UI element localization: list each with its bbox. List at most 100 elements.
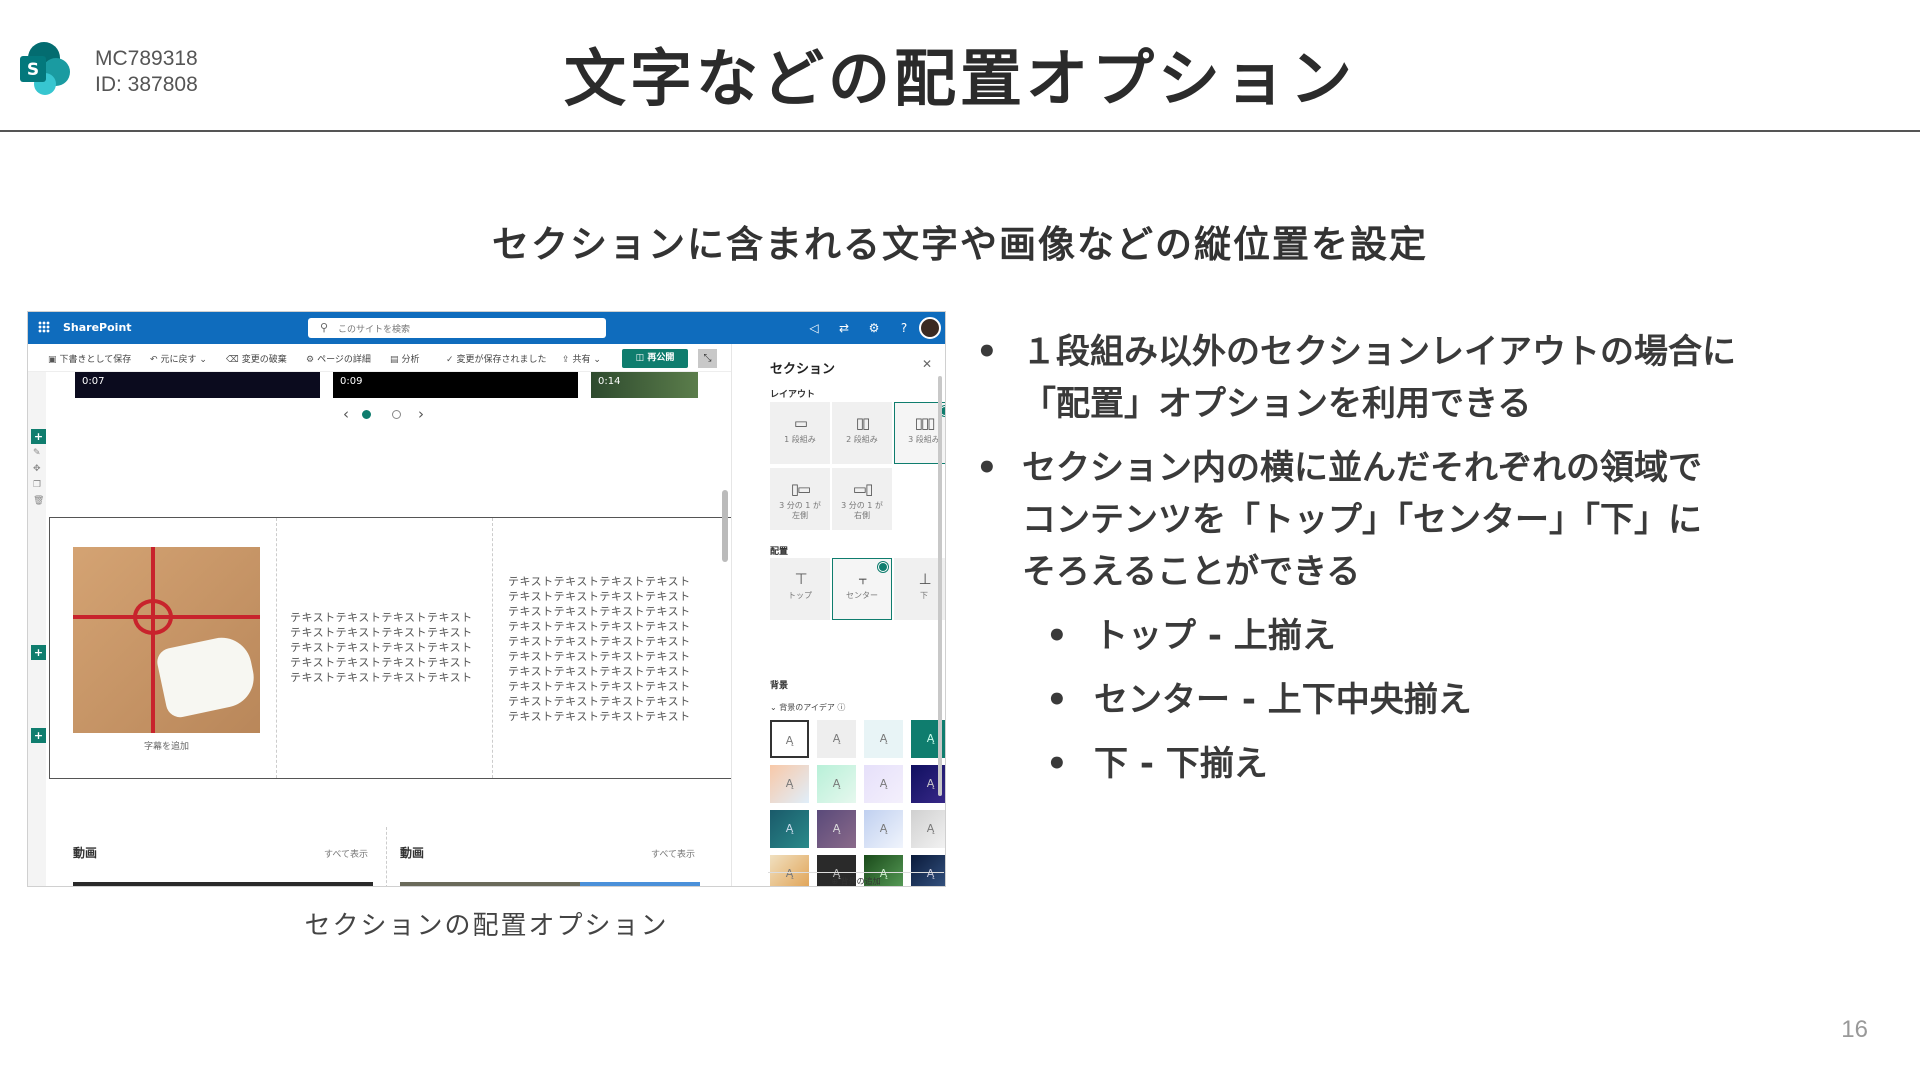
alignment-label: トップ	[788, 591, 812, 600]
analytics-button[interactable]: ▤ 分析	[390, 352, 420, 365]
chart-icon: ▤	[390, 355, 399, 365]
title-divider	[0, 130, 1920, 132]
background-swatch[interactable]: Ą	[864, 810, 903, 848]
background-swatch[interactable]: Ą	[864, 720, 903, 758]
move-icon[interactable]: ✥	[33, 464, 41, 474]
video-tile[interactable]: 0:07	[75, 372, 320, 398]
republish-button[interactable]: ◫ 再公開	[622, 349, 688, 368]
carousel-next-icon[interactable]: ›	[418, 405, 424, 423]
republish-icon: ◫	[635, 353, 648, 363]
share-button[interactable]: ⇪ 共有 ⌄	[562, 352, 601, 365]
delete-trash-icon[interactable]: 🗑	[33, 496, 44, 506]
one-column-icon: ▭	[793, 414, 808, 432]
video-thumbnail[interactable]	[400, 882, 700, 886]
one-third-left-icon: ▯▭	[790, 480, 811, 498]
sp-app-name[interactable]: SharePoint	[63, 321, 132, 334]
background-swatch[interactable]: Ą	[817, 810, 856, 848]
page-details-button[interactable]: ⚙ ページの詳細	[306, 352, 371, 365]
megaphone-icon[interactable]: ◁	[799, 321, 829, 335]
close-icon[interactable]: ✕	[922, 357, 932, 371]
gift-image[interactable]	[73, 547, 260, 733]
edit-pencil-icon[interactable]: ✎	[33, 448, 41, 458]
suite-bar-icons: ◁ ⇄ ⚙ ?	[799, 312, 945, 344]
video-tile[interactable]: 0:09	[333, 372, 578, 398]
sharepoint-screenshot: SharePoint ⚲ このサイトを検索 ◁ ⇄ ⚙ ? ▣ 下書きとして保存 …	[27, 311, 946, 887]
save-draft-button[interactable]: ▣ 下書きとして保存	[48, 352, 131, 365]
canvas-scrollbar[interactable]	[722, 382, 728, 882]
layout-heading: レイアウト	[770, 390, 816, 400]
analytics-label: 分析	[401, 355, 420, 365]
background-swatch[interactable]: Ą	[770, 810, 809, 848]
app-launcher-icon[interactable]	[38, 321, 50, 333]
selected-indicator	[879, 563, 887, 571]
add-background-label: 背景の追加	[840, 877, 881, 886]
background-swatch[interactable]: Ą	[770, 720, 809, 758]
column-2-text[interactable]: テキストテキストテキストテキスト テキストテキストテキストテキスト テキストテキ…	[290, 610, 473, 685]
alignment-option-top[interactable]: ⊤ トップ	[770, 558, 830, 620]
see-all-link[interactable]: すべて表示	[324, 847, 368, 860]
sp-command-bar: ▣ 下書きとして保存 ↶ 元に戻す ⌄ ⌫ 変更の破棄 ⚙ ページの詳細 ▤ 分析 ✓ 変更…	[28, 344, 731, 372]
duplicate-icon[interactable]: ❐	[33, 480, 41, 490]
background-swatch[interactable]: Ą	[864, 765, 903, 803]
collapse-panel-icon[interactable]: ⤡	[698, 349, 717, 368]
add-section-plus-icon[interactable]: +	[31, 429, 46, 444]
help-icon[interactable]: ?	[889, 321, 919, 335]
sub-bullet-item: センター - 上下中央揃え	[970, 674, 1890, 726]
carousel-dot[interactable]	[392, 410, 401, 419]
sp-search-box[interactable]: ⚲ このサイトを検索	[308, 318, 606, 338]
background-swatch[interactable]: Ą	[911, 810, 945, 848]
background-ideas-toggle[interactable]: ⌄ 背景のアイデア ⓘ	[770, 702, 845, 713]
carousel-prev-icon[interactable]: ‹	[343, 405, 349, 423]
saved-status-label: 変更が保存されました	[456, 355, 547, 365]
column-divider	[386, 827, 387, 886]
discard-button[interactable]: ⌫ 変更の破棄	[226, 352, 287, 365]
video-section-title: 動画	[73, 846, 98, 860]
background-heading: 背景	[770, 681, 789, 691]
add-background-button[interactable]: ⊕ 背景の追加	[768, 872, 944, 886]
undo-button[interactable]: ↶ 元に戻す ⌄	[150, 352, 207, 365]
panel-scrollbar[interactable]	[938, 376, 942, 796]
background-swatch[interactable]: Ą	[817, 765, 856, 803]
sub-bullet-item: トップ - 上揃え	[970, 610, 1890, 662]
layout-option-one-third-right[interactable]: ▭▯ 3 分の 1 が 右側	[832, 468, 892, 530]
video-section-title: 動画	[400, 846, 425, 860]
checkmark-icon: ✓	[446, 355, 454, 365]
settings-gear-icon[interactable]: ⚙	[859, 321, 889, 335]
see-all-link[interactable]: すべて表示	[651, 847, 695, 860]
republish-label: 再公開	[647, 353, 675, 363]
alignment-label: センター	[846, 591, 878, 600]
layout-option-one-column[interactable]: ▭ 1 段組み	[770, 402, 830, 464]
user-avatar[interactable]	[919, 317, 941, 339]
save-icon: ▣	[48, 355, 57, 365]
info-icon: ⓘ	[834, 703, 846, 712]
saved-status: ✓ 変更が保存されました	[446, 352, 547, 365]
column-divider	[276, 518, 277, 778]
background-swatch[interactable]: Ą	[770, 765, 809, 803]
page-canvas: + ✎ ✥ ❐ 🗑 + + 0:07 0:09 0:14 ‹ › 字幕を追加 テ…	[28, 372, 739, 886]
layout-option-two-columns[interactable]: ▯▯ 2 段組み	[832, 402, 892, 464]
ribbon-graphic	[151, 547, 155, 733]
video-thumbnail[interactable]	[73, 882, 373, 886]
slide-title: 文字などの配置オプション	[563, 42, 1356, 115]
align-center-icon: ⫟	[858, 570, 867, 588]
alignment-option-center[interactable]: ⫟ センター	[832, 558, 892, 620]
image-caption[interactable]: 字幕を追加	[73, 739, 260, 752]
add-section-plus-icon[interactable]: +	[31, 645, 46, 660]
column-3-text[interactable]: テキストテキストテキストテキスト テキストテキストテキストテキスト テキストテキ…	[508, 574, 691, 724]
background-swatch[interactable]: Ą	[817, 720, 856, 758]
video-tile[interactable]: 0:14	[591, 372, 698, 398]
bullet-item: １段組み以外のセクションレイアウトの場合に 「配置」オプションを利用できる	[970, 326, 1890, 430]
share-icon[interactable]: ⇄	[829, 321, 859, 335]
add-section-plus-icon[interactable]: +	[31, 728, 46, 743]
background-ideas-label: 背景のアイデア	[779, 703, 835, 712]
discard-icon: ⌫	[226, 355, 239, 365]
panel-title: セクション	[770, 362, 836, 377]
align-top-icon: ⊤	[794, 570, 807, 588]
selected-section[interactable]: 字幕を追加 テキストテキストテキストテキスト テキストテキストテキストテキスト …	[49, 517, 739, 779]
canvas-scroll-thumb[interactable]	[722, 490, 728, 562]
carousel-dot-active[interactable]	[362, 410, 371, 419]
layout-option-one-third-left[interactable]: ▯▭ 3 分の 1 が 左側	[770, 468, 830, 530]
bullet-list: １段組み以外のセクションレイアウトの場合に 「配置」オプションを利用できる セク…	[970, 326, 1890, 802]
layout-label: 2 段組み	[846, 435, 878, 444]
page-details-label: ページの詳細	[317, 355, 371, 365]
